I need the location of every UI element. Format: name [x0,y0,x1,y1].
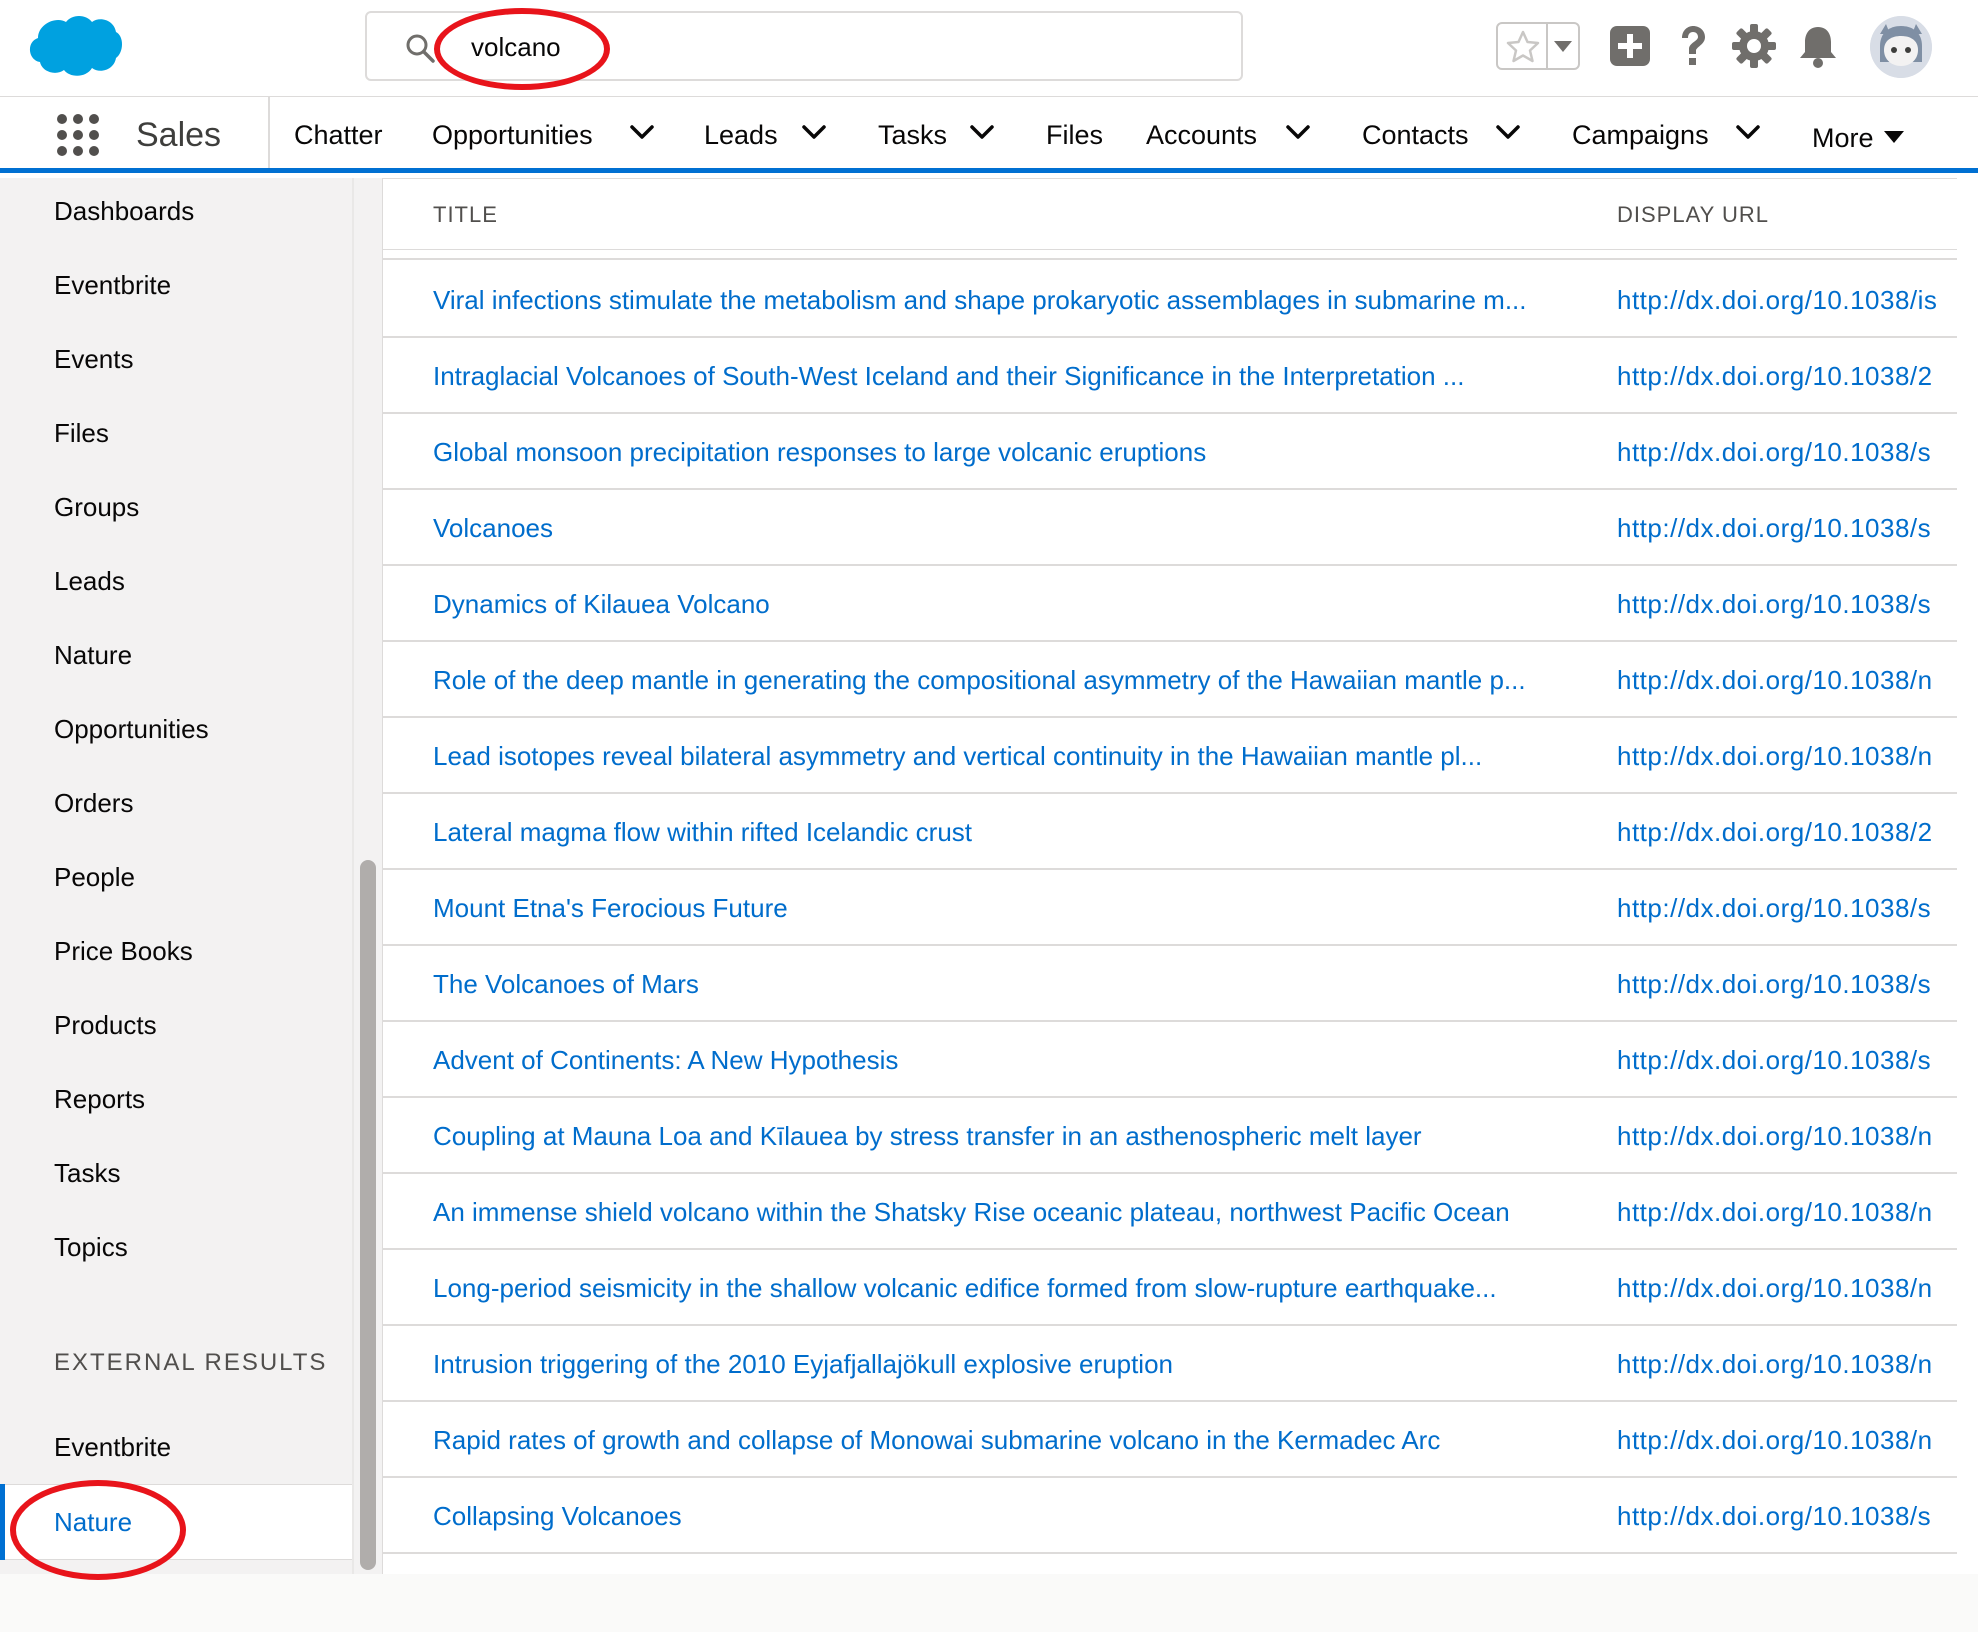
table-row: Rapid rates of growth and collapse of Mo… [383,1402,1957,1478]
active-indicator [0,1484,5,1560]
sidebar-item-people[interactable]: People [54,857,135,897]
table-row: Mount Etna's Ferocious Future http://dx.d… [383,870,1957,946]
result-url-link[interactable]: http://dx.doi.org/10.1038/s [1617,584,1957,624]
result-url-link[interactable]: http://dx.doi.org/10.1038/s [1617,508,1957,548]
page-footer [0,1574,1978,1632]
chevron-down-icon[interactable] [1734,123,1762,143]
table-row: Global monsoon precipitation responses t… [383,414,1957,490]
result-url-link[interactable]: http://dx.doi.org/10.1038/n [1617,660,1957,700]
external-results-heading: EXTERNAL RESULTS [54,1349,328,1376]
result-url-link[interactable]: http://dx.doi.org/10.1038/s [1617,964,1957,1004]
sidebar-item-dashboards[interactable]: Dashboards [54,191,194,231]
sidebar-item-tasks[interactable]: Tasks [54,1153,120,1193]
nav-tab-leads[interactable]: Leads [704,113,778,157]
result-url-link[interactable]: http://dx.doi.org/10.1038/n [1617,1192,1957,1232]
chevron-down-icon[interactable] [1284,123,1312,143]
result-url-link[interactable]: http://dx.doi.org/10.1038/s [1617,432,1957,472]
result-url-link[interactable]: http://dx.doi.org/10.1038/is [1617,280,1957,320]
app-name: Sales [136,116,222,154]
gear-icon[interactable] [1730,22,1778,70]
column-header-title[interactable]: TITLE [433,197,498,233]
chevron-down-icon[interactable] [800,123,828,143]
app-launcher-icon[interactable] [54,111,102,159]
caret-down-icon[interactable] [1552,38,1574,54]
avatar[interactable] [1870,16,1932,78]
nav-tab-campaigns[interactable]: Campaigns [1572,113,1709,157]
favorites-button-group [1496,22,1580,70]
table-row-partial [383,250,1957,260]
salesforce-cloud-logo[interactable] [26,12,122,80]
result-url-link[interactable]: http://dx.doi.org/10.1038/n [1617,1268,1957,1308]
result-url-link[interactable]: http://dx.doi.org/10.1038/n [1617,1344,1957,1384]
table-row: Lead isotopes reveal bilateral asymmetry… [383,718,1957,794]
sidebar-item-groups[interactable]: Groups [54,487,139,527]
add-icon[interactable] [1606,22,1654,70]
nav-tab-contacts[interactable]: Contacts [1362,113,1469,157]
search-results-table: TITLE DISPLAY URL Viral infections stimu… [382,178,1978,1574]
annotation-circle-search [434,8,610,90]
nav-tab-opportunities[interactable]: Opportunities [432,113,593,157]
table-row: Dynamics of Kilauea Volcano http://dx.doi… [383,566,1957,642]
sidebar-item-topics[interactable]: Topics [54,1227,128,1267]
divider [1546,24,1548,68]
nav-tab-tasks[interactable]: Tasks [878,113,947,157]
result-url-link[interactable]: http://dx.doi.org/10.1038/s [1617,1040,1957,1080]
result-url-link[interactable]: http://dx.doi.org/10.1038/n [1617,736,1957,776]
table-row: Long-period seismicity in the shallow vo… [383,1250,1957,1326]
nav-tab-accounts[interactable]: Accounts [1146,113,1257,157]
table-row: Role of the deep mantle in generating th… [383,642,1957,718]
sidebar-item-price-books[interactable]: Price Books [54,931,193,971]
sidebar-item-opportunities[interactable]: Opportunities [54,709,209,749]
sidebar-external-eventbrite[interactable]: Eventbrite [54,1427,171,1467]
nav-tab-chatter[interactable]: Chatter [294,113,383,157]
table-row: Intrusion triggering of the 2010 Eyjafja… [383,1326,1957,1402]
annotation-circle-nature [10,1480,186,1580]
table-header: TITLE DISPLAY URL [383,178,1957,250]
astro-avatar-icon [1870,16,1932,78]
result-url-link[interactable]: http://dx.doi.org/10.1038/n [1617,1116,1957,1156]
table-row: An immense shield volcano within the Sha… [383,1174,1957,1250]
sidebar-scrollbar-thumb[interactable] [360,860,376,1570]
column-header-display-url[interactable]: DISPLAY URL [1617,197,1769,233]
table-row: Advent of Continents: A New Hypothesis ht… [383,1022,1957,1098]
result-url-link[interactable]: http://dx.doi.org/10.1038/2 [1617,356,1957,396]
sidebar-item-reports[interactable]: Reports [54,1079,145,1119]
sidebar-item-events[interactable]: Events [54,339,134,379]
caret-down-icon[interactable] [1882,129,1906,145]
help-icon[interactable] [1668,22,1716,70]
chevron-down-icon[interactable] [628,123,656,143]
chevron-down-icon[interactable] [1494,123,1522,143]
table-row: Lateral magma flow within rifted Iceland… [383,794,1957,870]
result-url-link[interactable]: http://dx.doi.org/10.1038/2 [1617,812,1957,852]
sidebar-item-files[interactable]: Files [54,413,109,453]
result-url-link[interactable]: http://dx.doi.org/10.1038/n [1617,1420,1957,1460]
table-row: Collapsing Volcanoes http://dx.doi.org/10… [383,1478,1957,1554]
table-row: Coupling at Mauna Loa and Kīlauea by str… [383,1098,1957,1174]
table-row: Intraglacial Volcanoes of South-West Ice… [383,338,1957,414]
nav-tab-files[interactable]: Files [1046,113,1103,157]
sidebar-item-nature[interactable]: Nature [54,635,132,675]
star-icon[interactable] [1504,28,1542,66]
nav-divider [268,97,270,168]
result-url-link[interactable]: http://dx.doi.org/10.1038/s [1617,888,1957,928]
table-row: Volcanoes http://dx.doi.org/10.1038/s [383,490,1957,566]
sidebar-item-orders[interactable]: Orders [54,783,133,823]
table-row: Viral infections stimulate the metabolis… [383,262,1957,338]
sidebar-item-eventbrite[interactable]: Eventbrite [54,265,171,305]
app-nav-bar: Sales Chatter Opportunities Leads Tasks … [0,97,1978,173]
global-header [0,0,1978,97]
chevron-down-icon[interactable] [968,123,996,143]
sidebar-item-leads[interactable]: Leads [54,561,125,601]
bell-icon[interactable] [1794,22,1842,70]
sidebar-item-products[interactable]: Products [54,1005,157,1045]
table-row: The Volcanoes of Mars http://dx.doi.org/1… [383,946,1957,1022]
result-url-link[interactable]: http://dx.doi.org/10.1038/s [1617,1496,1957,1536]
nav-more-menu[interactable]: More [1812,116,1874,160]
search-icon [406,34,435,63]
